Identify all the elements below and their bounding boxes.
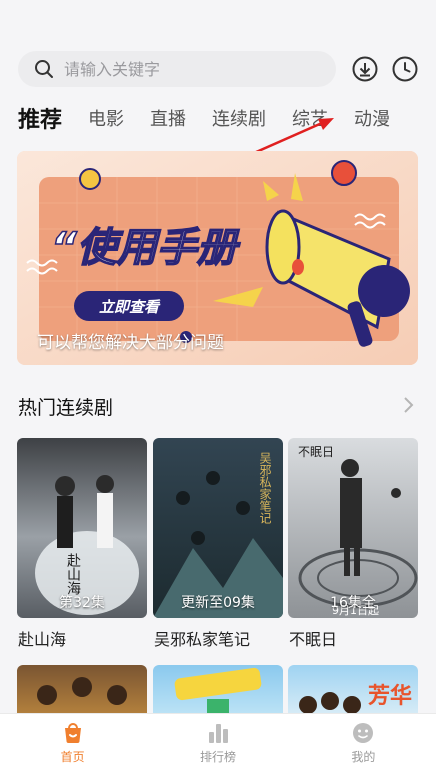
nav-ranking-label: 排行榜	[199, 750, 236, 764]
home-icon	[64, 723, 81, 743]
drama-card[interactable]: 吴邪私家笔记 更新至09集	[153, 438, 283, 618]
nav-home[interactable]: 首页	[0, 714, 145, 775]
poster-image: 吴邪私家笔记	[153, 438, 283, 618]
download-icon[interactable]	[352, 56, 378, 82]
drama-title[interactable]: 吴邪私家笔记	[154, 626, 250, 650]
poster-title-art: 吴邪私家笔记	[258, 452, 272, 524]
search-bar[interactable]	[18, 51, 336, 87]
episode-badge: 更新至09集	[181, 595, 255, 611]
poster-image: 赴山海	[17, 438, 147, 618]
banner-caption: 可以帮您解决大部分问题	[37, 333, 224, 353]
search-input[interactable]	[64, 59, 304, 79]
episode-badge: 16集全	[330, 595, 376, 611]
tab-movies[interactable]: 电影	[88, 105, 124, 131]
poster-title-art: 芳华	[368, 683, 412, 709]
banner-cta-label: 立即查看	[99, 298, 161, 316]
profile-icon	[353, 723, 374, 743]
banner-user-manual[interactable]: “使用手册 立即查看 可以帮您解决大部分问题	[17, 151, 418, 365]
search-row	[18, 51, 422, 87]
nav-ranking[interactable]: 排行榜	[145, 714, 290, 775]
ranking-icon	[208, 724, 228, 743]
tab-series[interactable]: 连续剧	[212, 105, 266, 131]
drama-title[interactable]: 赴山海	[18, 626, 66, 650]
nav-home-label: 首页	[60, 750, 85, 764]
tab-variety[interactable]: 综艺	[292, 105, 328, 131]
chevron-right-icon[interactable]	[400, 395, 416, 415]
app-screen: 推荐 电影 直播 连续剧 综艺 动漫	[0, 0, 436, 775]
poster-title-art: 赴山海	[65, 553, 81, 595]
search-icon	[35, 60, 53, 78]
section-title: 热门连续剧	[18, 397, 114, 419]
nav-profile[interactable]: 我的	[291, 714, 436, 775]
banner-headline: “使用手册	[51, 225, 241, 271]
poster-title-art: 不眠日	[298, 445, 334, 459]
tab-anime[interactable]: 动漫	[354, 105, 390, 131]
category-tabs: 推荐 电影 直播 连续剧 综艺 动漫	[18, 100, 416, 136]
tab-live[interactable]: 直播	[150, 105, 186, 131]
poster-image: 不眠日 9月1日起	[288, 438, 418, 618]
drama-title[interactable]: 不眠日	[289, 626, 337, 650]
nav-profile-label: 我的	[351, 750, 376, 764]
tab-recommend[interactable]: 推荐	[18, 102, 62, 134]
drama-card[interactable]: 不眠日 9月1日起 16集全	[288, 438, 418, 618]
history-icon[interactable]	[392, 56, 418, 82]
drama-card[interactable]: 赴山海 第32集	[17, 438, 147, 618]
episode-badge: 第32集	[59, 595, 105, 611]
bottom-nav: 首页 排行榜 我的	[0, 713, 436, 775]
